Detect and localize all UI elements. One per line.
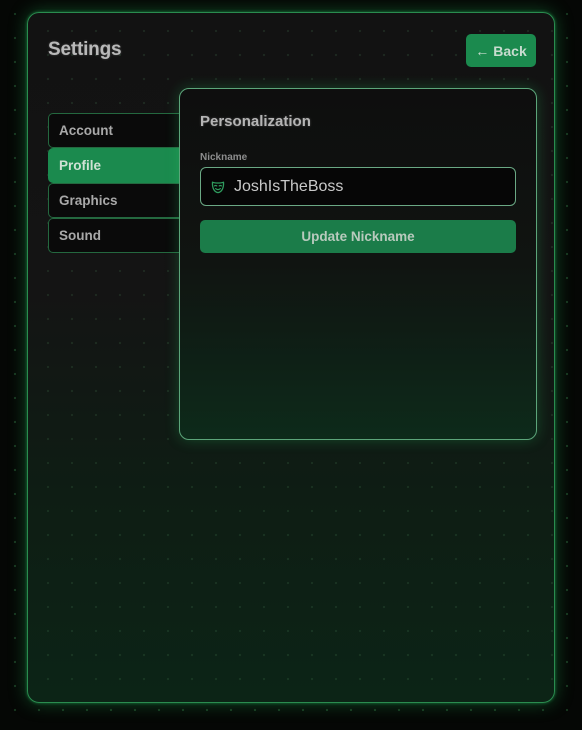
tab-account[interactable]: Account — [48, 113, 179, 148]
tab-label: Profile — [59, 158, 102, 173]
back-button-label: Back — [493, 42, 527, 59]
profile-content-panel: Personalization Nickname Update Nickname — [179, 88, 537, 440]
tab-label: Sound — [59, 228, 101, 243]
arrow-left-icon: ← — [475, 42, 490, 59]
back-button[interactable]: ← Back — [466, 34, 536, 67]
nickname-field[interactable] — [200, 167, 516, 206]
tab-label: Graphics — [59, 193, 118, 208]
tab-label: Account — [59, 123, 113, 138]
section-title: Personalization — [200, 113, 311, 130]
mask-icon — [211, 181, 225, 193]
tab-graphics[interactable]: Graphics — [48, 183, 179, 218]
page-title: Settings — [48, 39, 122, 60]
settings-tabs: Account Profile Graphics Sound — [48, 113, 179, 253]
tab-profile[interactable]: Profile — [48, 148, 179, 183]
settings-panel: Settings ← Back Account Profile Graphics… — [27, 12, 555, 703]
update-nickname-button[interactable]: Update Nickname — [200, 220, 516, 253]
tab-sound[interactable]: Sound — [48, 218, 179, 253]
nickname-label: Nickname — [200, 152, 248, 163]
nickname-input[interactable] — [234, 168, 515, 205]
